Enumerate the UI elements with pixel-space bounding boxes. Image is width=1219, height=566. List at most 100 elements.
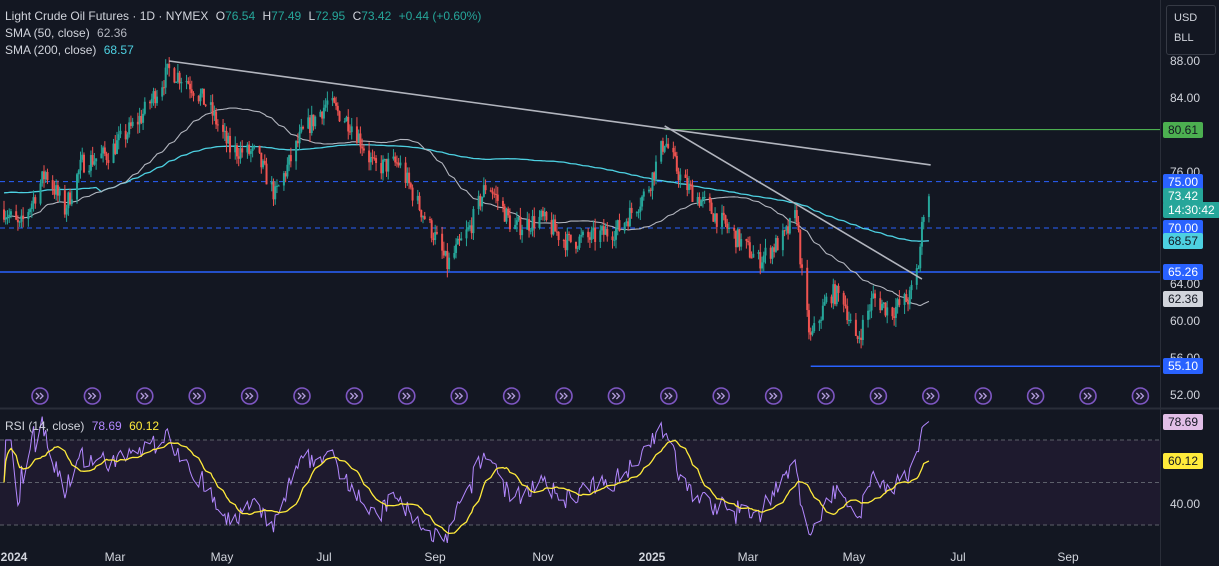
time-axis-label: Jul <box>950 550 966 564</box>
candle-body <box>847 320 850 322</box>
candle-body <box>635 212 638 214</box>
candle-body <box>180 82 183 84</box>
sma200-value: 68.57 <box>103 43 134 57</box>
candle-body <box>721 212 724 227</box>
candle-body <box>616 220 619 229</box>
candle-body <box>397 162 400 166</box>
candle-body <box>470 225 473 234</box>
candle-body <box>102 147 105 154</box>
candle-body <box>46 172 49 181</box>
time-axis-label: Mar <box>737 550 759 564</box>
candle-body <box>533 216 536 229</box>
candle-body <box>55 185 58 195</box>
event-marker-icon[interactable] <box>345 387 364 405</box>
candle-body <box>581 231 584 236</box>
candle-body <box>574 241 577 249</box>
candle-body <box>253 145 256 147</box>
event-marker-icon[interactable] <box>764 387 783 405</box>
candle-body <box>554 219 557 232</box>
candle-body <box>215 111 218 125</box>
candle-body <box>223 130 226 132</box>
candle-body <box>514 224 517 230</box>
candle-body <box>576 247 579 249</box>
candle-body <box>734 230 737 248</box>
event-marker-icon[interactable] <box>1079 387 1097 405</box>
candle-body <box>32 197 35 204</box>
event-marker-icon[interactable] <box>659 387 678 405</box>
event-marker-icon[interactable] <box>397 387 416 405</box>
candle-body <box>835 285 838 305</box>
candle-body <box>639 206 642 212</box>
candle-body <box>295 141 298 162</box>
event-marker-icon[interactable] <box>607 387 626 405</box>
time-axis-label: 2024 <box>0 550 28 564</box>
candle-body <box>907 301 910 305</box>
event-marker-icon[interactable] <box>293 387 311 405</box>
price-tag: 60.12 <box>1163 452 1204 469</box>
event-marker-icon[interactable] <box>83 387 102 405</box>
event-marker-icon[interactable] <box>817 387 835 405</box>
candle-body <box>566 233 569 251</box>
candle-body <box>446 251 449 270</box>
candle-body <box>698 196 701 207</box>
candle-body <box>710 202 713 214</box>
candle-body <box>53 189 56 195</box>
candle-body <box>508 215 511 230</box>
candle-body <box>919 246 922 269</box>
candle-body <box>564 240 567 251</box>
event-marker-icon[interactable] <box>31 387 49 405</box>
candle-body <box>467 227 470 230</box>
candle-body <box>164 67 167 88</box>
candle-body <box>590 230 593 240</box>
symbol-title: Light Crude Oil Futures · 1D · NYMEX <box>5 9 209 23</box>
candle-body <box>468 225 471 228</box>
event-marker-icon[interactable] <box>1026 387 1045 405</box>
candle-body <box>832 284 835 304</box>
candle-body <box>543 211 546 217</box>
candle-body <box>599 230 602 242</box>
currency-label: USD <box>1174 12 1198 24</box>
candle-body <box>368 150 371 163</box>
candle-body <box>434 232 437 241</box>
candle-body <box>517 216 520 221</box>
candle-body <box>119 130 122 135</box>
candle-body <box>204 104 207 106</box>
candle-body <box>545 211 548 221</box>
event-marker-icon[interactable] <box>240 387 259 405</box>
candle-body <box>432 238 435 241</box>
candle-body <box>788 218 791 234</box>
candle-body <box>143 101 146 114</box>
event-marker-icon[interactable] <box>712 387 731 405</box>
currency-unit-box[interactable]: USD BLL <box>1166 5 1216 55</box>
candle-body <box>275 185 278 187</box>
candle-body <box>806 267 809 311</box>
candle-body <box>477 195 480 209</box>
candle-body <box>142 113 145 123</box>
candle-body <box>568 233 571 235</box>
event-marker-icon[interactable] <box>555 387 573 405</box>
event-marker-icon[interactable] <box>869 387 888 405</box>
event-marker-icon[interactable] <box>974 387 993 405</box>
candle-body <box>272 181 275 200</box>
event-marker-icon[interactable] <box>502 387 521 405</box>
candle-body <box>387 158 390 172</box>
event-marker-icon[interactable] <box>1131 387 1150 405</box>
event-marker-icon[interactable] <box>136 387 154 405</box>
event-marker-icon[interactable] <box>921 387 940 405</box>
candle-body <box>42 171 45 180</box>
candle-body <box>860 337 863 340</box>
candle-body <box>614 228 617 240</box>
event-marker-icon[interactable] <box>450 387 469 405</box>
candle-body <box>347 116 350 132</box>
candle-body <box>813 323 816 331</box>
event-marker-icon[interactable] <box>188 387 206 405</box>
price-chart[interactable] <box>0 0 1219 566</box>
candle-body <box>335 102 338 106</box>
candle-body <box>893 316 896 318</box>
sma200-legend: SMA (200, close) 68.57 <box>5 43 134 57</box>
candle-body <box>44 172 47 180</box>
candle-body <box>383 158 386 160</box>
rsi-axis-label: 40.00 <box>1170 496 1201 511</box>
candle-body <box>27 212 30 219</box>
candle-body <box>809 332 812 335</box>
